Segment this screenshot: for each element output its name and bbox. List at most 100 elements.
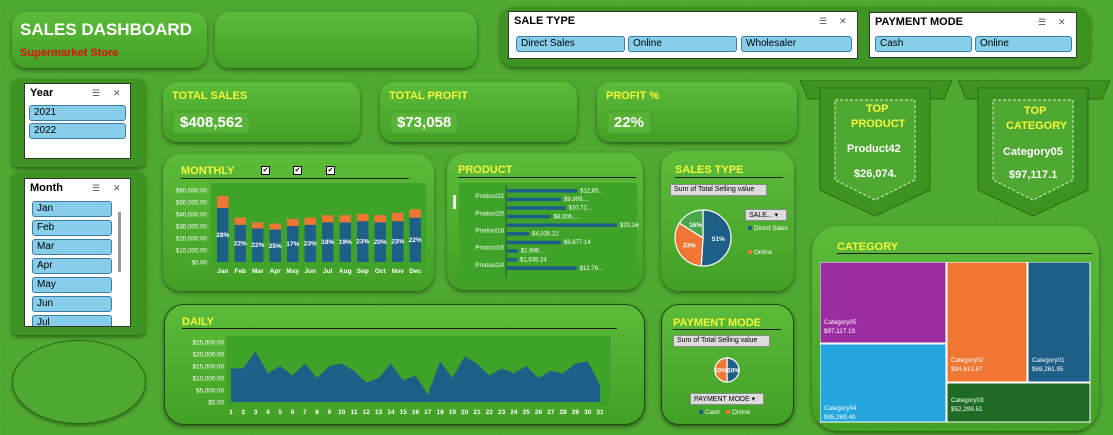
top-category-label-2: CATEGORY	[1006, 120, 1068, 132]
x-tick-label: 28	[559, 409, 567, 416]
x-tick-label: Oct	[375, 268, 387, 275]
legend-label: Direct Sales	[754, 225, 788, 232]
y-tick-label: Product18	[475, 228, 504, 235]
x-tick-label: Jul	[323, 268, 333, 275]
legend-swatch	[748, 250, 752, 254]
y-tick-label: Product22	[475, 193, 504, 200]
title-underline	[181, 178, 409, 179]
bar-profit	[409, 209, 421, 218]
x-tick-label: 14	[387, 409, 395, 416]
kpi-profit-pct-label: PROFIT %	[606, 90, 660, 102]
slicer-item-jul[interactable]: Jul	[32, 315, 112, 326]
legend-swatch	[726, 410, 730, 414]
dashboard-subtitle: Supermarket Store	[20, 47, 119, 59]
treemap-value: $97,117.19	[824, 328, 856, 335]
slicer-item-jun[interactable]: Jun	[32, 296, 112, 312]
clear-filter-icon[interactable]: ✕	[839, 16, 847, 27]
slicer-item-may[interactable]: May	[32, 277, 112, 293]
slicer-item-2021[interactable]: 2021	[29, 105, 126, 121]
x-tick-label: 20	[461, 409, 469, 416]
x-tick-label: 19	[449, 409, 457, 416]
x-tick-label: 1	[229, 409, 233, 416]
x-tick-label: 3	[254, 409, 258, 416]
treemap-cell	[1027, 262, 1091, 383]
slicer-item-cash[interactable]: Cash	[875, 36, 972, 52]
bar-profit	[269, 223, 281, 230]
y-tick-label: $50,000.00	[176, 200, 208, 207]
x-tick-label: 23	[498, 409, 506, 416]
treemap-value: $69,261.95	[1032, 366, 1064, 373]
treemap-label: Category01	[1032, 357, 1065, 364]
clear-filter-icon[interactable]: ✕	[113, 88, 121, 99]
product-bar	[507, 257, 518, 262]
x-tick-label: 7	[303, 409, 307, 416]
data-label: $9,877.14	[564, 240, 591, 246]
clear-filter-icon[interactable]: ✕	[113, 183, 121, 194]
x-tick-label: 12	[363, 409, 371, 416]
x-tick-label: Feb	[234, 268, 246, 275]
sales-type-chart: 51% 33% 16% Direct Sales Online	[674, 209, 788, 267]
field-button[interactable]: Sum of Total Selling value	[670, 184, 767, 196]
payment-mode-slicer-title: PAYMENT MODE	[875, 16, 964, 28]
sale-type-slicer: SALE TYPE ☰ ✕ Direct Sales Online Wholes…	[508, 11, 858, 59]
oval-decoration	[12, 340, 146, 424]
x-tick-label: 27	[547, 409, 555, 416]
clear-filter-icon[interactable]: ✕	[1058, 17, 1066, 28]
y-tick-label: $40,000.00	[176, 212, 208, 219]
data-label: 25%	[269, 243, 282, 250]
product-bar	[507, 266, 577, 270]
product-chart: $12,85... $9,909.... $10,72... $8,006.... $2…	[453, 183, 639, 283]
monthly-chart: $60,000.00 $50,000.00 $40,000.00 $30,000.00…	[176, 183, 426, 275]
slicer-item-apr[interactable]: Apr	[32, 258, 112, 274]
x-tick-label: 17	[424, 409, 432, 416]
slicer-item-2022[interactable]: 2022	[29, 123, 126, 139]
title-underline	[675, 177, 783, 178]
bar-profit	[392, 212, 404, 222]
product-bar	[507, 240, 561, 245]
bar-profit	[252, 222, 264, 229]
data-label: 18%	[321, 239, 334, 246]
title-underline	[837, 253, 1092, 254]
multiselect-icon[interactable]: ☰	[92, 88, 100, 99]
bar-profit	[287, 218, 299, 226]
x-tick-label: Jun	[304, 268, 316, 275]
payment-mode-slicer: PAYMENT MODE ☰ ✕ Cash Online	[869, 12, 1077, 58]
checkbox[interactable]: ✔	[293, 166, 302, 175]
y-tick-label: Product14	[475, 262, 504, 269]
slicer-item-direct-sales[interactable]: Direct Sales	[516, 36, 625, 52]
multiselect-icon[interactable]: ☰	[819, 16, 827, 27]
slicer-item-online[interactable]: Online	[628, 36, 737, 52]
x-tick-label: 30	[584, 409, 592, 416]
checkbox[interactable]: ✔	[326, 166, 335, 175]
treemap-label: Category02	[951, 357, 984, 364]
checkbox[interactable]: ✔	[261, 166, 270, 175]
kpi-total-sales: TOTAL SALES $408,562	[163, 82, 360, 142]
top-category-label-1: TOP	[1024, 105, 1047, 117]
multiselect-icon[interactable]: ☰	[92, 183, 100, 194]
treemap-label: Category03	[951, 397, 984, 404]
product-bar	[507, 223, 617, 227]
slicer-item-mar[interactable]: Mar	[32, 239, 112, 255]
data-label: 23%	[356, 239, 369, 246]
x-tick-label: May	[286, 268, 299, 275]
slicer-item-online[interactable]: Online	[975, 36, 1072, 52]
slicer-item-jan[interactable]: Jan	[32, 201, 112, 217]
field-button[interactable]: Sum of Total Selling value	[673, 335, 770, 347]
y-tick-label: $10,000.00	[176, 248, 208, 255]
bar-profit	[357, 214, 369, 222]
bar-profit	[374, 215, 386, 223]
slicer-item-feb[interactable]: Feb	[32, 220, 112, 236]
monthly-title: MONTHLY	[181, 165, 235, 177]
y-tick-label: $5,000.00	[196, 388, 225, 395]
data-label: $8,006....	[554, 214, 579, 220]
slicer-scrollbar[interactable]	[118, 212, 121, 272]
data-label: $1,839.24	[520, 257, 547, 263]
x-tick-label: 31	[596, 409, 604, 416]
x-tick-label: Mar	[252, 268, 264, 275]
multiselect-icon[interactable]: ☰	[1038, 17, 1046, 28]
product-bar	[507, 214, 551, 219]
slicer-item-wholesaler[interactable]: Wholesaler	[741, 36, 852, 52]
x-tick-label: 10	[338, 409, 346, 416]
treemap-label: Category04	[824, 405, 857, 412]
product-bar	[507, 206, 566, 210]
